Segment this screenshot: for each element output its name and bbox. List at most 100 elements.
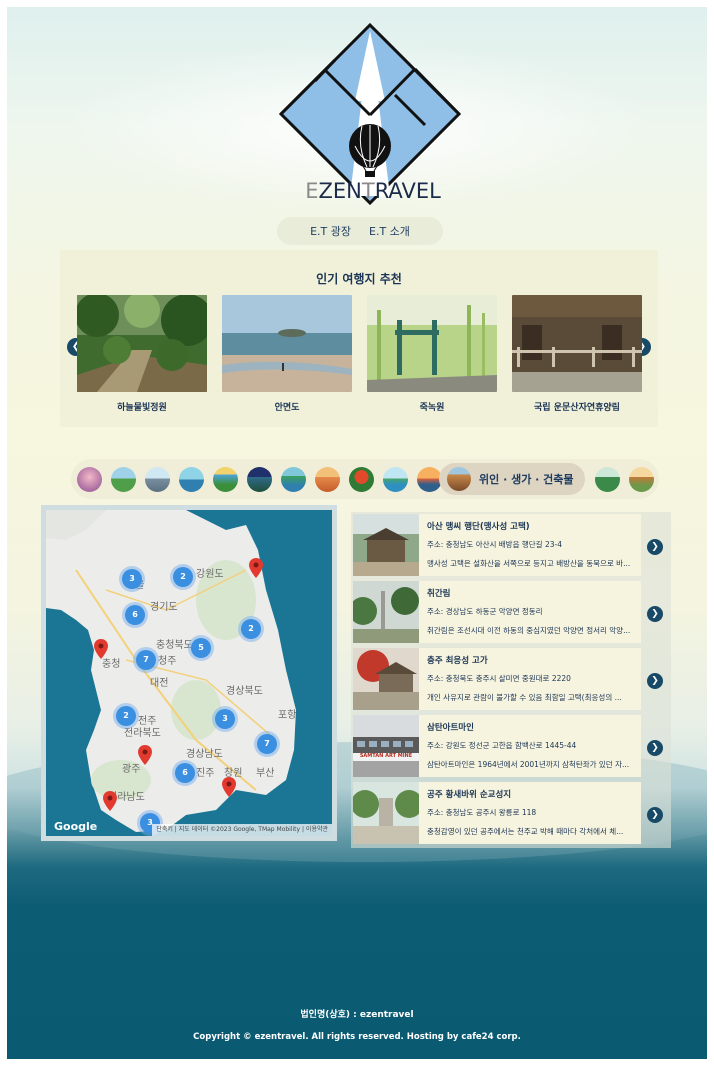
map-cluster-marker[interactable]: 2 (173, 567, 193, 587)
map-label: 강원도 (196, 569, 224, 580)
map-label: 경기도 (150, 602, 178, 613)
place-item[interactable]: 취간림 주소: 경상남도 하동군 악양면 정동리 취간림은 조선시대 이전 하동… (353, 581, 641, 643)
place-description: 취간림은 조선시대 이전 하동의 중심지였던 악양면 정서리 악양... (427, 626, 631, 635)
destination-name: 국립 운문산자연휴양림 (534, 403, 620, 413)
house-icon[interactable] (629, 467, 654, 492)
nav-item-square[interactable]: E.T 광장 (310, 223, 351, 239)
place-name: 삼탄아트마인 (427, 723, 474, 733)
place-address: 주소: 충청북도 충주시 살미면 중원대로 2220 (427, 674, 571, 683)
map-cluster-marker[interactable]: 7 (136, 650, 156, 670)
flower-icon[interactable] (77, 467, 102, 492)
mountain-lake-icon[interactable] (111, 467, 136, 492)
night-lake-icon[interactable] (247, 467, 272, 492)
map-cluster-marker[interactable]: 3 (215, 709, 235, 729)
place-item[interactable]: 아산 맹씨 행단(맹사성 고택) 주소: 충청남도 아산시 배방읍 행단길 23… (353, 514, 641, 576)
autumn-tree-icon[interactable] (349, 467, 374, 492)
chevron-right-icon[interactable]: ❯ (647, 606, 663, 622)
place-name: 취간림 (427, 589, 451, 599)
place-description: 충청감영이 있던 공주에서는 천주교 박해 때마다 각처에서 체... (427, 827, 624, 836)
map-label: 대전 (150, 678, 169, 689)
map-pin-icon[interactable] (222, 777, 236, 797)
map-pin-icon[interactable] (103, 791, 117, 811)
chevron-right-icon[interactable]: ❯ (647, 539, 663, 555)
place-thumbnail (353, 581, 419, 643)
thumbnail-sign: SAMTAN ART MINE (359, 753, 413, 759)
destination-photo (77, 295, 207, 392)
korea-landmass (46, 510, 296, 832)
destination-card[interactable]: 죽녹원 (367, 295, 497, 413)
place-address: 주소: 강원도 정선군 고한읍 함백산로 1445-44 (427, 741, 577, 750)
map-label: 부산 (256, 768, 275, 779)
map-cluster-marker[interactable]: 3 (122, 569, 142, 589)
place-item[interactable]: SAMTAN ART MINE 삼탄아트마인 주소: 강원도 정선군 고한읍 함… (353, 715, 641, 777)
sunset-icon[interactable] (315, 467, 340, 492)
place-list: 아산 맹씨 행단(맹사성 고택) 주소: 충청남도 아산시 배방읍 행단길 23… (351, 512, 671, 848)
destination-photo (367, 295, 497, 392)
place-description: 삼탄아트마인은 1964년에서 2001년까지 삼척탄좌가 있던 자... (427, 760, 630, 769)
destination-photo (512, 295, 642, 392)
map-cluster-marker[interactable]: 2 (116, 706, 136, 726)
snow-mountain-icon[interactable] (145, 467, 170, 492)
google-logo: Google (54, 820, 98, 833)
footer-copyright: Copyright © ezentravel. All rights reser… (193, 1032, 521, 1042)
beach-icon[interactable] (383, 467, 408, 492)
place-thumbnail (353, 782, 419, 844)
logo-letters-ravel: RAVEL (374, 179, 441, 203)
page-frame: EZENTRAVEL E.T 광장 E.T 소개 인기 여행지 추천 ❮ ❯ (7, 7, 707, 1059)
map-cluster-marker[interactable]: 6 (175, 763, 195, 783)
destination-name: 하늘물빛정원 (117, 403, 167, 413)
popular-destinations-section: 인기 여행지 추천 ❮ ❯ 하늘물빛정원 (60, 250, 658, 427)
chevron-right-icon[interactable]: ❯ (647, 740, 663, 756)
logo-letter-e: E (305, 179, 319, 203)
map-pin-icon[interactable] (138, 745, 152, 765)
destination-name: 죽녹원 (419, 403, 445, 413)
nav-item-about[interactable]: E.T 소개 (369, 223, 410, 239)
map-label: 진주 (196, 768, 215, 779)
place-name: 충주 최응성 고가 (427, 656, 488, 666)
map-label: 전라북도 (124, 728, 161, 739)
map-label: 청주 (158, 656, 177, 667)
place-thumbnail (353, 514, 419, 576)
river-icon[interactable] (281, 467, 306, 492)
place-name: 공주 황새바위 순교성지 (427, 790, 512, 800)
category-heritage-selected[interactable]: 위인 · 생가 · 건축물 (439, 463, 585, 495)
chevron-right-icon[interactable]: ❯ (647, 807, 663, 823)
map-label: 경상남도 (186, 749, 223, 760)
place-description: 개인 사유지로 관람이 불가할 수 있음 최함일 고택(최응성의 ... (427, 693, 622, 702)
map-attribution[interactable]: 단축키 | 지도 데이터 ©2023 Google, TMap Mobility… (152, 824, 332, 836)
island-icon[interactable] (179, 467, 204, 492)
map-cluster-marker[interactable]: 6 (125, 605, 145, 625)
forest-icon[interactable] (595, 467, 620, 492)
logo-letter-t: T (361, 179, 375, 203)
map-pin-icon[interactable] (94, 639, 108, 659)
category-heritage-label: 위인 · 생가 · 건축물 (479, 473, 574, 486)
rainbow-icon[interactable] (213, 467, 238, 492)
destination-card[interactable]: 안면도 (222, 295, 352, 413)
map-cluster-marker[interactable]: 2 (241, 619, 261, 639)
map-cluster-marker[interactable]: 5 (191, 638, 211, 658)
category-bar: 위인 · 생가 · 건축물 (71, 459, 659, 499)
chevron-right-icon[interactable]: ❯ (647, 673, 663, 689)
map-label: 포항 (278, 710, 297, 721)
map-label: 경상북도 (226, 686, 263, 697)
place-address: 주소: 경상남도 하동군 악양면 정동리 (427, 607, 543, 616)
map-cluster-marker[interactable]: 7 (257, 734, 277, 754)
place-thumbnail: SAMTAN ART MINE (353, 715, 419, 777)
place-description: 맹사성 고택은 설화산을 서쪽으로 등지고 배방산을 동북으로 바... (427, 559, 631, 568)
destination-card[interactable]: 국립 운문산자연휴양림 (512, 295, 642, 413)
map-label: 충청북도 (156, 640, 193, 651)
place-item[interactable]: 공주 황새바위 순교성지 주소: 충청남도 공주시 왕릉로 118 충청감영이 … (353, 782, 641, 844)
map-canvas[interactable]: 강원도 서울 경기도 충청북도 청주 충청 대전 경상북도 전주 전라북도 경상… (46, 510, 332, 836)
place-address: 주소: 충청남도 아산시 배방읍 행단길 23-4 (427, 540, 562, 549)
place-thumbnail (353, 648, 419, 710)
logo-wordmark: EZENTRAVEL (293, 179, 453, 203)
map-pin-icon[interactable] (249, 558, 263, 578)
footer-company: 법인명(상호) : ezentravel (300, 1010, 414, 1020)
destination-card[interactable]: 하늘물빛정원 (77, 295, 207, 413)
map-widget[interactable]: 강원도 서울 경기도 충청북도 청주 충청 대전 경상북도 전주 전라북도 경상… (41, 505, 337, 841)
place-address: 주소: 충청남도 공주시 왕릉로 118 (427, 808, 537, 817)
main-nav: E.T 광장 E.T 소개 (277, 217, 443, 245)
section-title: 인기 여행지 추천 (316, 272, 402, 286)
place-item[interactable]: 충주 최응성 고가 주소: 충청북도 충주시 살미면 중원대로 2220 개인 … (353, 648, 641, 710)
logo-letters-zen: ZEN (318, 179, 362, 203)
